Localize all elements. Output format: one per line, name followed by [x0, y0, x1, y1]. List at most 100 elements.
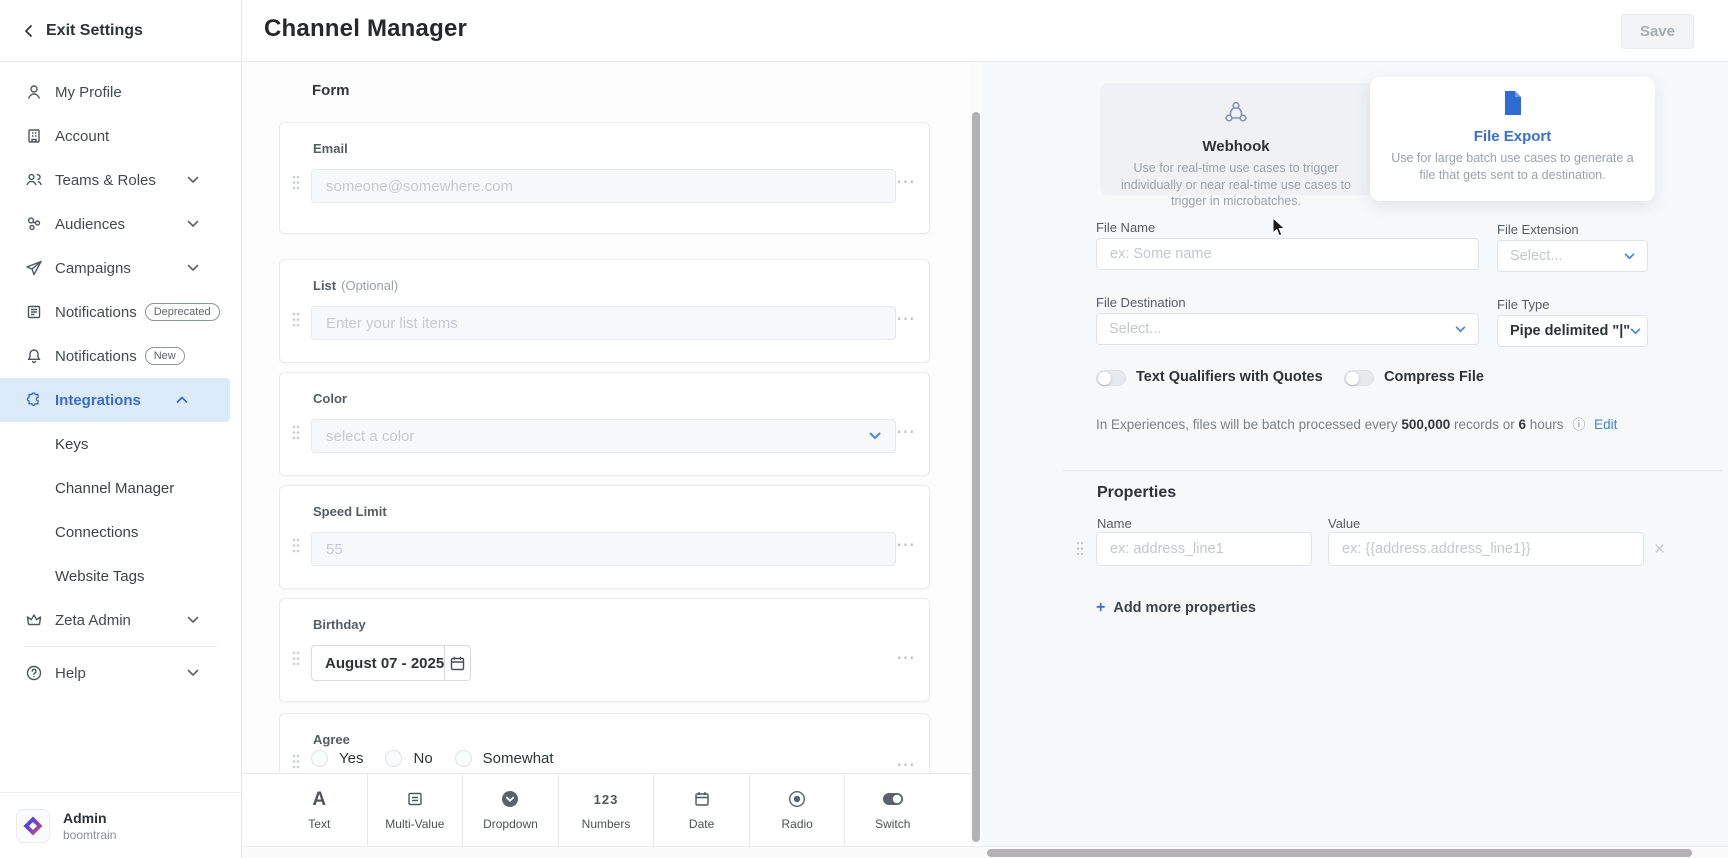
- sidebar-item-help[interactable]: Help: [0, 651, 241, 695]
- toolbar-item-dropdown[interactable]: Dropdown: [462, 774, 558, 846]
- optional-tag: (Optional): [341, 278, 398, 293]
- file-export-description: Use for large batch use cases to generat…: [1370, 150, 1655, 183]
- sidebar-subitem-connections[interactable]: Connections: [0, 510, 241, 554]
- vertical-scrollbar-thumb[interactable]: [972, 112, 980, 842]
- toolbar-item-multi-value[interactable]: Multi-Value: [367, 774, 463, 846]
- text-field-icon: A: [312, 789, 326, 809]
- sidebar-item-account[interactable]: Account: [0, 114, 241, 158]
- sidebar-item-notifications-deprecated[interactable]: Notifications Deprecated: [0, 290, 241, 334]
- calendar-button[interactable]: [444, 646, 470, 680]
- text-qualifiers-toggle[interactable]: [1096, 370, 1126, 386]
- field-options-button[interactable]: ⋯: [896, 536, 917, 555]
- toolbar-item-text[interactable]: A Text: [272, 774, 367, 846]
- toolbar-item-switch[interactable]: Switch: [844, 774, 940, 846]
- field-label: List: [313, 278, 336, 293]
- radio-option-somewhat[interactable]: Somewhat: [455, 750, 554, 767]
- remove-property-button[interactable]: ×: [1654, 539, 1665, 561]
- toolbar-item-radio[interactable]: Radio: [749, 774, 845, 846]
- add-more-properties-button[interactable]: +Add more properties: [1096, 599, 1256, 617]
- radio-icon: [385, 750, 402, 767]
- exit-settings-button[interactable]: Exit Settings: [0, 0, 241, 62]
- topbar: Channel Manager Save: [242, 0, 1728, 62]
- field-options-button[interactable]: ⋯: [896, 173, 917, 192]
- speed-limit-input[interactable]: [311, 532, 896, 566]
- date-value: August 07 - 2025: [312, 646, 444, 680]
- field-label: Email: [313, 141, 348, 156]
- toolbar-item-date[interactable]: Date: [653, 774, 749, 846]
- save-button[interactable]: Save: [1621, 14, 1694, 49]
- webhook-icon: [1222, 98, 1250, 131]
- drag-handle-icon[interactable]: [1076, 541, 1084, 561]
- birthday-date-input[interactable]: August 07 - 2025: [311, 645, 471, 681]
- form-builder-column: Form Email ⋯ List(Optional) ⋯: [242, 62, 970, 846]
- paper-plane-icon: [24, 259, 43, 278]
- property-name-label: Name: [1097, 516, 1132, 531]
- sidebar-subitem-website-tags[interactable]: Website Tags: [0, 554, 241, 598]
- sidebar-item-audiences[interactable]: Audiences: [0, 202, 241, 246]
- field-options-button[interactable]: ⋯: [896, 310, 917, 329]
- compress-file-toggle[interactable]: [1344, 370, 1374, 386]
- file-type-select[interactable]: Pipe delimited "|": [1497, 315, 1648, 347]
- radio-option-no[interactable]: No: [385, 750, 432, 767]
- radio-icon: [311, 750, 328, 767]
- multi-value-icon: [406, 789, 424, 809]
- field-options-button[interactable]: ⋯: [896, 649, 917, 668]
- users-icon: [24, 171, 43, 190]
- field-label: Agree: [313, 732, 350, 747]
- file-name-input[interactable]: [1096, 238, 1479, 270]
- sidebar-item-my-profile[interactable]: My Profile: [0, 70, 241, 114]
- drag-handle-icon[interactable]: [292, 175, 300, 195]
- sidebar-item-notifications-new[interactable]: Notifications New: [0, 334, 241, 378]
- channel-type-webhook[interactable]: Webhook Use for real-time use cases to t…: [1100, 83, 1372, 195]
- edit-batch-link[interactable]: Edit: [1594, 417, 1617, 432]
- horizontal-scrollbar-thumb[interactable]: [987, 849, 1692, 857]
- dropdown-icon: [501, 789, 519, 809]
- file-destination-select[interactable]: Select...: [1096, 313, 1479, 345]
- file-type-value: Pipe delimited "|": [1510, 323, 1630, 339]
- field-options-button[interactable]: ⋯: [896, 756, 917, 773]
- file-type-label: File Type: [1497, 297, 1550, 312]
- file-extension-select[interactable]: Select...: [1497, 240, 1648, 272]
- user-icon: [24, 83, 43, 102]
- drag-handle-icon[interactable]: [292, 538, 300, 558]
- sidebar-item-campaigns[interactable]: Campaigns: [0, 246, 241, 290]
- radio-option-yes[interactable]: Yes: [311, 750, 363, 767]
- export-config-panel: Webhook Use for real-time use cases to t…: [982, 62, 1728, 846]
- compress-file-label: Compress File: [1384, 369, 1484, 385]
- account-switcher[interactable]: Admin boomtrain: [0, 792, 241, 858]
- property-value-input[interactable]: [1328, 532, 1644, 566]
- zeta-logo: [16, 809, 50, 843]
- user-name: Admin: [63, 810, 116, 826]
- channel-type-file-export[interactable]: File Export Use for large batch use case…: [1370, 77, 1655, 201]
- audience-icon: [24, 215, 43, 234]
- sidebar-item-integrations[interactable]: Integrations: [0, 378, 230, 422]
- file-name-label: File Name: [1096, 220, 1155, 235]
- chevron-down-icon: [187, 176, 199, 184]
- email-input[interactable]: [311, 169, 896, 203]
- color-select[interactable]: select a color: [311, 419, 896, 453]
- switch-icon: [882, 789, 904, 809]
- sidebar-subitem-channel-manager[interactable]: Channel Manager: [0, 466, 241, 510]
- radio-icon: [455, 750, 472, 767]
- form-scroll-area: Form Email ⋯ List(Optional) ⋯: [242, 62, 970, 773]
- toolbar-item-numbers[interactable]: 123 Numbers: [558, 774, 654, 846]
- file-extension-label: File Extension: [1497, 222, 1579, 237]
- file-export-title: File Export: [1474, 128, 1552, 145]
- help-icon: [24, 664, 43, 683]
- list-input[interactable]: [311, 306, 896, 340]
- drag-handle-icon[interactable]: [292, 651, 300, 671]
- chevron-down-icon: [1624, 253, 1635, 260]
- drag-handle-icon[interactable]: [292, 312, 300, 332]
- drag-handle-icon[interactable]: [292, 425, 300, 445]
- drag-handle-icon[interactable]: [292, 754, 300, 773]
- sidebar-subitem-keys[interactable]: Keys: [0, 422, 241, 466]
- field-label: Birthday: [313, 617, 366, 632]
- sidebar-item-teams-roles[interactable]: Teams & Roles: [0, 158, 241, 202]
- chevron-left-icon: [22, 24, 36, 38]
- field-options-button[interactable]: ⋯: [896, 423, 917, 442]
- sidebar-item-zeta-admin[interactable]: Zeta Admin: [0, 598, 241, 642]
- radio-icon: [788, 789, 806, 809]
- properties-title: Properties: [1097, 484, 1176, 502]
- field-type-toolbar: A Text Multi-Value Dropdown 123 Numbers: [242, 773, 970, 846]
- property-name-input[interactable]: [1096, 532, 1312, 566]
